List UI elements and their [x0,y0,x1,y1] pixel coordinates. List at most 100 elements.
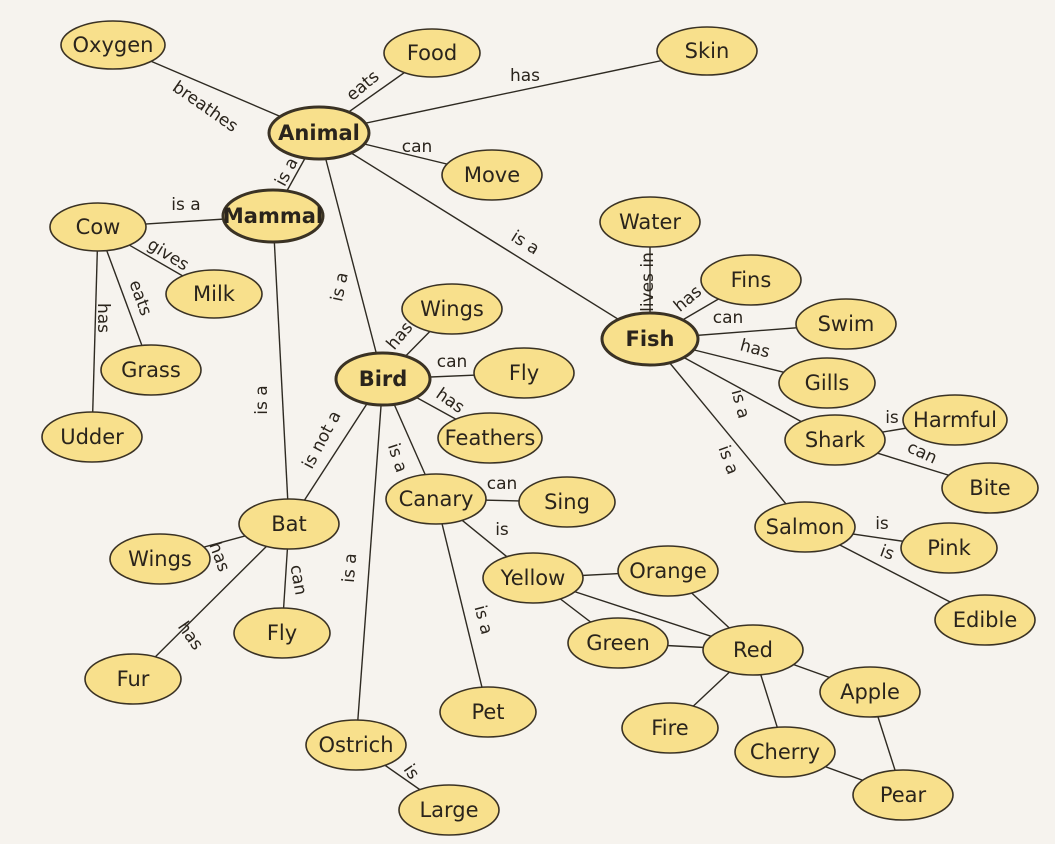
edge-label: can [713,308,744,328]
node-label: Grass [121,358,181,382]
node-mammal: Mammal [221,188,325,244]
node-oxygen: Oxygen [60,20,166,70]
edge-label: has [738,335,772,362]
node-label: Yellow [500,566,566,590]
edge-label: can [437,352,468,372]
node-pink: Pink [900,522,998,574]
node-label: Wings [128,547,192,571]
node-label: Fish [626,327,675,351]
node-label: Pear [880,783,927,807]
node-green: Green [567,617,669,669]
node-label: Bat [271,512,307,536]
node-label: Gills [805,371,850,395]
edge-label: is a [327,271,353,304]
node-gills: Gills [778,357,876,409]
node-label: Milk [193,282,236,306]
edge-label: is a [252,385,272,414]
node-label: Swim [818,312,875,336]
node-label: Pet [471,700,504,724]
edge-label: is a [727,387,754,421]
node-cow: Cow [49,202,147,252]
node-swim: Swim [795,298,897,350]
node-shark: Shark [784,414,886,466]
node-label: Bird [359,367,408,391]
node-yellow: Yellow [482,552,584,604]
node-label: Cherry [750,740,820,764]
edge-label: has [510,66,540,86]
edge-label: is a [507,227,543,260]
edge-label: has [670,282,706,317]
edge-label: is a [339,552,361,583]
edge-label: is [875,514,889,534]
node-label: Orange [629,559,707,583]
edge-animal-bird [318,132,384,380]
node-salmon: Salmon [754,501,856,553]
node-udder: Udder [41,411,143,463]
edge-label: eats [343,67,384,106]
node-fly: Fly [473,347,575,399]
node-wings: Wings [401,283,503,335]
node-harmful: Harmful [902,394,1008,446]
node-ostrich: Ostrich [305,719,407,771]
node-fins: Fins [700,254,802,306]
node-bird: Bird [334,351,432,407]
edge-fish-salmon [649,338,806,528]
node-label: Canary [399,487,474,511]
node-move: Move [441,149,543,201]
concept-map: breathes eats hascanis ais ais ais agivese… [41,20,1039,836]
node-label: Udder [60,425,124,449]
edge-label: is [877,541,897,564]
node-bat: Bat [238,498,340,550]
node-fish: Fish [600,311,700,367]
node-label: Pink [927,536,971,560]
node-edible: Edible [934,594,1036,646]
node-label: Water [619,210,681,234]
node-pet: Pet [439,686,537,738]
node-bite: Bite [941,462,1039,514]
node-label: Edible [953,608,1018,632]
node-milk: Milk [165,269,263,319]
node-red: Red [702,624,804,676]
edge-label: is [495,520,509,540]
node-label: Food [407,41,457,65]
node-label: Move [464,163,520,187]
node-label: Green [586,631,650,655]
node-label: Bite [969,476,1010,500]
node-fire: Fire [621,702,719,754]
node-label: Animal [278,121,360,145]
node-skin: Skin [656,26,758,76]
node-label: Mammal [223,204,323,228]
node-animal: Animal [267,105,371,161]
node-feathers: Feathers [437,412,543,464]
nodes-layer: Oxygen Food Skin Animal Move Mammal Cow Milk Gra… [41,20,1039,836]
edge-label: is a [171,195,200,215]
edge-label: is [399,761,423,784]
node-sing: Sing [518,476,616,528]
edge-label: has [173,618,207,654]
edge-label: is a [470,603,497,637]
edge-label: is a [383,441,411,475]
node-label: Salmon [766,515,845,539]
node-label: Harmful [913,408,997,432]
edge-label: is a [714,443,743,477]
node-label: Wings [420,297,484,321]
edge-mammal-bat [272,215,290,525]
edge-label: is not a [298,408,345,473]
node-label: Cow [76,215,121,239]
node-label: Fly [267,621,297,645]
edge-label: lives in [638,252,658,312]
edge-label: can [402,137,433,157]
edge-label: can [285,563,310,597]
edge-label: breathes [169,77,242,137]
node-water: Water [599,196,701,248]
edge-label: can [487,474,518,494]
node-fly2: Fly [233,607,331,659]
node-label: Feathers [445,426,536,450]
edge-label: is a [271,154,302,189]
node-food: Food [383,28,481,78]
node-label: Sing [544,490,590,514]
node-large: Large [398,784,500,836]
node-label: Red [733,638,773,662]
node-fur: Fur [84,653,182,705]
node-orange: Orange [617,545,719,597]
